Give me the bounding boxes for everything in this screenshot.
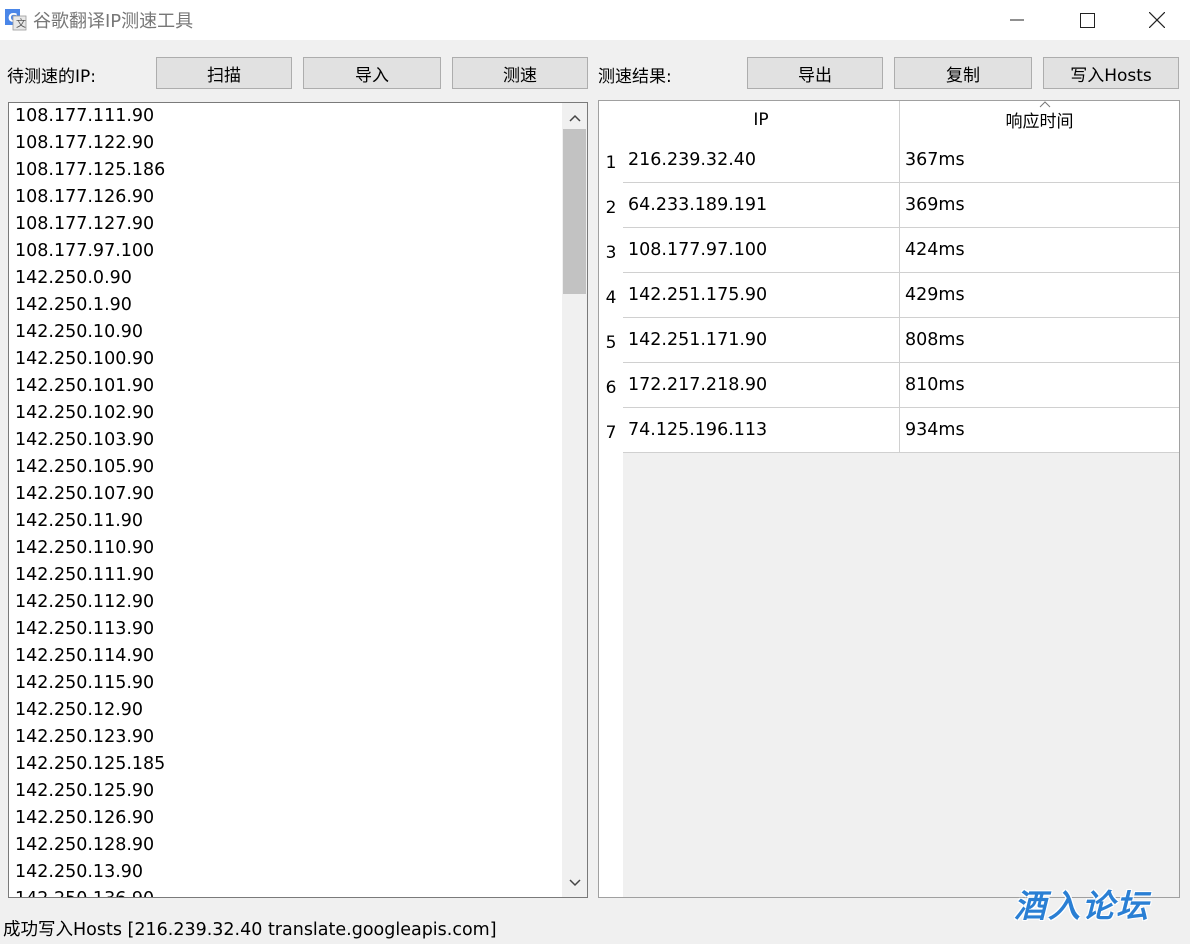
scan-button[interactable]: 扫描 (156, 57, 292, 89)
minimize-button[interactable] (982, 0, 1052, 40)
maximize-icon (1079, 12, 1095, 28)
ip-cell[interactable]: 216.239.32.40 (623, 138, 900, 183)
ip-cell[interactable]: 64.233.189.191 (623, 183, 900, 228)
maximize-button[interactable] (1052, 0, 1122, 40)
copy-button[interactable]: 复制 (894, 57, 1032, 89)
pending-ip-label: 待测速的IP: (7, 67, 96, 87)
ip-list-item[interactable]: 142.250.100.90 (9, 346, 564, 373)
ip-list-item[interactable]: 142.250.13.90 (9, 859, 564, 886)
ip-list-item[interactable]: 108.177.125.186 (9, 157, 564, 184)
ip-list-item[interactable]: 108.177.126.90 (9, 184, 564, 211)
table-row[interactable]: 7 74.125.196.113 934ms (599, 408, 1179, 453)
window-title: 谷歌翻译IP测速工具 (33, 11, 194, 32)
ip-list-item[interactable]: 142.250.136.90 (9, 886, 564, 897)
sort-ascending-icon (1039, 101, 1051, 108)
ip-list-item[interactable]: 142.250.115.90 (9, 670, 564, 697)
ip-list-item[interactable]: 142.250.102.90 (9, 400, 564, 427)
response-time-cell[interactable]: 429ms (900, 273, 1179, 318)
ip-list-item[interactable]: 142.250.103.90 (9, 427, 564, 454)
write-hosts-button[interactable]: 写入Hosts (1043, 57, 1179, 89)
row-number: 4 (599, 273, 623, 318)
row-number: 6 (599, 363, 623, 408)
ip-list-item[interactable]: 142.250.1.90 (9, 292, 564, 319)
ip-list-item[interactable]: 142.250.125.90 (9, 778, 564, 805)
row-number: 3 (599, 228, 623, 273)
ip-list-item[interactable]: 142.250.125.185 (9, 751, 564, 778)
ip-cell[interactable]: 108.177.97.100 (623, 228, 900, 273)
scroll-down-button[interactable] (562, 873, 587, 893)
ip-list-item[interactable]: 108.177.97.100 (9, 238, 564, 265)
table-row[interactable]: 4 142.251.175.90 429ms (599, 273, 1179, 318)
table-row[interactable]: 5 142.251.171.90 808ms (599, 318, 1179, 363)
row-number: 5 (599, 318, 623, 363)
ip-list-item[interactable]: 142.250.111.90 (9, 562, 564, 589)
scroll-up-button[interactable] (562, 108, 587, 128)
ip-list-item[interactable]: 142.250.128.90 (9, 832, 564, 859)
row-number: 1 (599, 138, 623, 183)
ip-list-item[interactable]: 142.250.112.90 (9, 589, 564, 616)
ip-list-item[interactable]: 142.250.113.90 (9, 616, 564, 643)
ip-list-item[interactable]: 142.250.105.90 (9, 454, 564, 481)
chevron-down-icon (568, 879, 581, 887)
chevron-up-icon (568, 114, 581, 122)
ip-list-rows: 108.177.111.90 108.177.122.90 108.177.125.… (9, 103, 564, 897)
response-time-cell[interactable]: 810ms (900, 363, 1179, 408)
close-button[interactable] (1122, 0, 1190, 40)
status-text: 成功写入Hosts [216.239.32.40 translate.googl… (3, 920, 497, 940)
speedtest-button[interactable]: 测速 (452, 57, 588, 89)
ip-cell[interactable]: 142.251.171.90 (623, 318, 900, 363)
export-button[interactable]: 导出 (747, 57, 883, 89)
result-label: 测速结果: (598, 67, 672, 87)
vertical-scrollbar[interactable] (562, 103, 587, 897)
response-time-cell[interactable]: 367ms (900, 138, 1179, 183)
ip-list-item[interactable]: 142.250.110.90 (9, 535, 564, 562)
ip-list-item[interactable]: 142.250.123.90 (9, 724, 564, 751)
ip-cell[interactable]: 74.125.196.113 (623, 408, 900, 453)
ip-list-item[interactable]: 108.177.122.90 (9, 130, 564, 157)
ip-cell[interactable]: 172.217.218.90 (623, 363, 900, 408)
ip-list-item[interactable]: 142.250.10.90 (9, 319, 564, 346)
ip-list-item[interactable]: 142.250.11.90 (9, 508, 564, 535)
table-row[interactable]: 1 216.239.32.40 367ms (599, 138, 1179, 183)
table-row[interactable]: 2 64.233.189.191 369ms (599, 183, 1179, 228)
column-header-ip[interactable]: IP (623, 101, 900, 138)
table-row[interactable]: 6 172.217.218.90 810ms (599, 363, 1179, 408)
ip-cell[interactable]: 142.251.175.90 (623, 273, 900, 318)
table-row[interactable]: 3 108.177.97.100 424ms (599, 228, 1179, 273)
ip-list-item[interactable]: 142.250.107.90 (9, 481, 564, 508)
google-translate-icon: G 文 (5, 9, 27, 31)
minimize-icon (1010, 19, 1024, 21)
ip-list-item[interactable]: 142.250.126.90 (9, 805, 564, 832)
results-table[interactable]: IP 响应时间 1 216.239.32.40 367ms 2 64.233.189.1… (598, 100, 1180, 898)
ip-list-item[interactable]: 142.250.101.90 (9, 373, 564, 400)
row-number: 7 (599, 408, 623, 453)
response-time-cell[interactable]: 369ms (900, 183, 1179, 228)
response-time-cell[interactable]: 934ms (900, 408, 1179, 453)
import-button[interactable]: 导入 (303, 57, 441, 89)
ip-list-item[interactable]: 108.177.127.90 (9, 211, 564, 238)
ip-list[interactable]: 108.177.111.90 108.177.122.90 108.177.125.… (8, 102, 588, 898)
ip-list-item[interactable]: 142.250.0.90 (9, 265, 564, 292)
response-time-cell[interactable]: 808ms (900, 318, 1179, 363)
ip-list-item[interactable]: 142.250.114.90 (9, 643, 564, 670)
watermark-logo: 酒入论坛 (1014, 887, 1151, 925)
scrollbar-thumb[interactable] (563, 129, 586, 294)
ip-list-item[interactable]: 108.177.111.90 (9, 103, 564, 130)
svg-text:文: 文 (16, 17, 26, 30)
response-time-cell[interactable]: 424ms (900, 228, 1179, 273)
close-icon (1149, 12, 1165, 28)
ip-list-item[interactable]: 142.250.12.90 (9, 697, 564, 724)
row-number: 2 (599, 183, 623, 228)
title-bar: G 文 谷歌翻译IP测速工具 (0, 0, 1190, 40)
